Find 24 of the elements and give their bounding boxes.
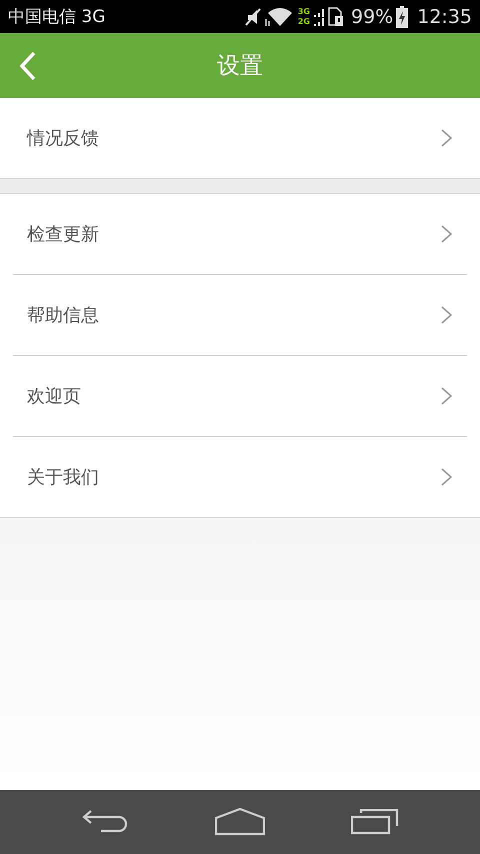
settings-item[interactable]: 欢迎页 bbox=[13, 356, 467, 437]
clock: 12:35 bbox=[417, 6, 472, 28]
page-title: 设置 bbox=[217, 52, 263, 81]
settings-item[interactable]: 情况反馈 bbox=[13, 98, 467, 178]
back-icon[interactable] bbox=[18, 51, 38, 81]
mute-icon bbox=[244, 6, 262, 26]
chevron-icon bbox=[441, 387, 452, 405]
chevron-icon bbox=[441, 129, 452, 147]
home-icon[interactable] bbox=[215, 808, 265, 836]
battery-percent: 99% bbox=[351, 6, 394, 28]
signal-icon bbox=[313, 6, 325, 26]
network-label: 3G bbox=[298, 6, 310, 16]
settings-item[interactable]: 关于我们 bbox=[13, 437, 467, 517]
network-label: 2G bbox=[298, 16, 310, 26]
settings-item[interactable]: 帮助信息 bbox=[13, 275, 467, 356]
settings-item[interactable]: 检查更新 bbox=[13, 194, 467, 275]
chevron-icon bbox=[441, 306, 452, 324]
sim-card-icon bbox=[328, 6, 344, 26]
recent-apps-icon[interactable] bbox=[351, 809, 399, 835]
carrier-name: 中国电信 3G bbox=[8, 6, 106, 28]
chevron-icon bbox=[441, 468, 452, 486]
battery-charging-icon bbox=[396, 6, 408, 28]
chevron-icon bbox=[441, 225, 452, 243]
wifi-icon bbox=[264, 6, 295, 28]
